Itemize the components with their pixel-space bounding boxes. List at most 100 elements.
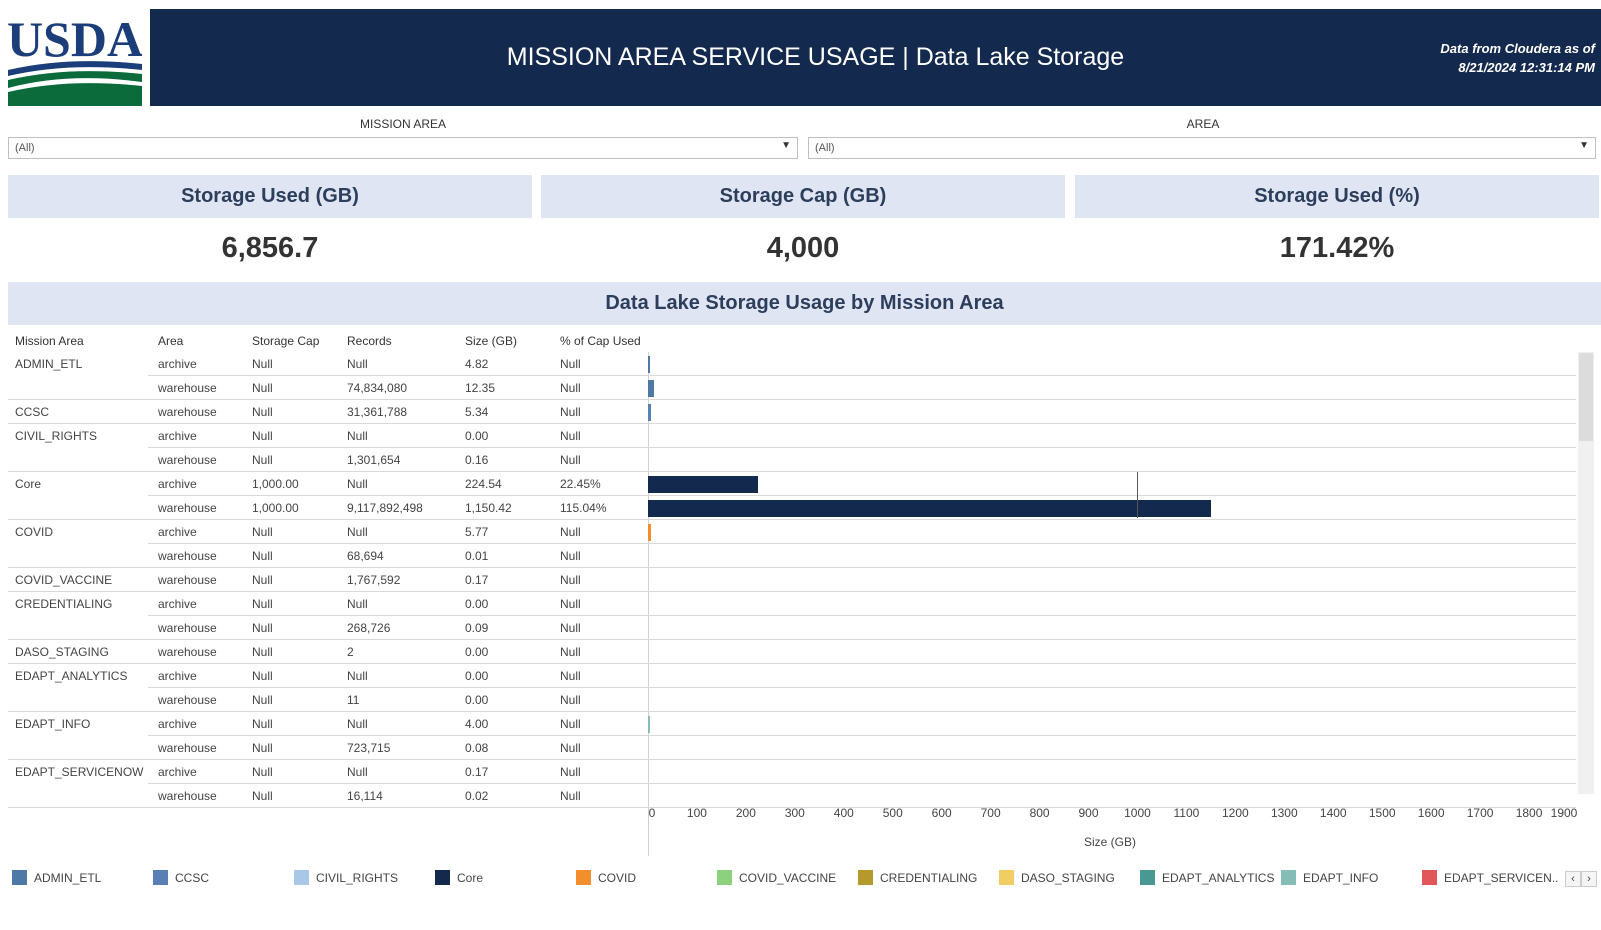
cell-area: warehouse [158, 573, 217, 587]
column-header-pct-cap-used[interactable]: % of Cap Used [560, 334, 641, 348]
chart-bar[interactable] [648, 380, 655, 397]
cell-pct-cap-used: Null [560, 357, 581, 371]
legend-item[interactable]: Core [435, 870, 483, 885]
cell-storage-cap: Null [252, 597, 273, 611]
table-row[interactable]: EDAPT_ANALYTICS archive Null Null 0.00 Null [8, 664, 1576, 688]
legend-swatch [12, 870, 27, 885]
cell-records: Null [347, 765, 368, 779]
legend-swatch [1422, 870, 1437, 885]
table-row[interactable]: COVID_VACCINE warehouse Null 1,767,592 0.17 N… [8, 568, 1576, 592]
legend-item[interactable]: DASO_STAGING [999, 870, 1115, 885]
legend-swatch [294, 870, 309, 885]
cell-size: 0.09 [465, 621, 489, 635]
table-row[interactable]: warehouse Null 16,114 0.02 Null [8, 784, 1576, 808]
chevron-left-icon[interactable]: ‹ [1565, 871, 1581, 887]
cell-pct-cap-used: Null [560, 549, 581, 563]
column-header-records[interactable]: Records [347, 334, 392, 348]
legend-swatch [858, 870, 873, 885]
mission-area-filter[interactable]: (All) ▼ [8, 137, 798, 159]
cell-size: 4.82 [465, 357, 489, 371]
table-row[interactable]: COVID archive Null Null 5.77 Null [8, 520, 1576, 544]
table-row[interactable]: CREDENTIALING archive Null Null 0.00 Null [8, 592, 1576, 616]
table-section-title: Data Lake Storage Usage by Mission Area [8, 282, 1601, 325]
legend-label: CCSC [175, 870, 210, 885]
chevron-down-icon[interactable]: ▼ [781, 140, 791, 151]
column-header-size[interactable]: Size (GB) [465, 334, 517, 348]
cell-area: warehouse [158, 693, 217, 707]
column-header-mission-area[interactable]: Mission Area [15, 334, 84, 348]
cell-records: 723,715 [347, 741, 391, 755]
chevron-right-icon[interactable]: › [1581, 871, 1597, 887]
cell-records: 11 [347, 693, 360, 707]
cell-size: 0.02 [465, 789, 489, 803]
chart-bar[interactable] [648, 476, 758, 493]
cell-storage-cap: Null [252, 789, 273, 803]
data-refresh-note-line1: Data from Cloudera as of [1440, 41, 1595, 56]
table-row[interactable]: CCSC warehouse Null 31,361,788 5.34 Null [8, 400, 1576, 424]
table-row[interactable]: CIVIL_RIGHTS archive Null Null 0.00 Null [8, 424, 1576, 448]
x-tick-label: 0 [648, 806, 656, 820]
cell-storage-cap: Null [252, 357, 273, 371]
cell-pct-cap-used: Null [560, 573, 581, 587]
cell-size: 0.00 [465, 429, 489, 443]
chart-bar[interactable] [648, 404, 651, 421]
kpi-storage-cap-value: 4,000 [766, 231, 840, 264]
legend-label: CREDENTIALING [880, 870, 978, 885]
chart-bar[interactable] [648, 524, 651, 541]
cell-pct-cap-used: 22.45% [560, 477, 601, 491]
usda-logo-text: USDA [8, 11, 142, 67]
cell-mission-area: COVID [15, 525, 54, 539]
cell-records: Null [347, 717, 368, 731]
table-row[interactable]: warehouse Null 268,726 0.09 Null [8, 616, 1576, 640]
x-tick-label: 1000 [1124, 806, 1151, 820]
legend-label: COVID [598, 870, 637, 885]
area-filter[interactable]: (All) ▼ [808, 137, 1596, 159]
cell-pct-cap-used: Null [560, 669, 581, 683]
cell-records: 16,114 [347, 789, 383, 803]
legend-item[interactable]: EDAPT_INFO [1281, 870, 1378, 885]
cell-area: warehouse [158, 549, 217, 563]
table-row[interactable]: DASO_STAGING warehouse Null 2 0.00 Null [8, 640, 1576, 664]
legend-item[interactable]: COVID [576, 870, 636, 885]
legend-item[interactable]: CCSC [153, 870, 209, 885]
table-row[interactable]: warehouse Null 723,715 0.08 Null [8, 736, 1576, 760]
legend-swatch [576, 870, 591, 885]
column-header-storage-cap[interactable]: Storage Cap [252, 334, 319, 348]
legend-item[interactable]: CREDENTIALING [858, 870, 977, 885]
x-tick-label: 600 [931, 806, 952, 820]
cell-size: 5.34 [465, 405, 489, 419]
table-row[interactable]: warehouse Null 11 0.00 Null [8, 688, 1576, 712]
legend-item[interactable]: ADMIN_ETL [12, 870, 101, 885]
table-row[interactable]: warehouse Null 1,301,654 0.16 Null [8, 448, 1576, 472]
mission-area-filter-label: MISSION AREA [359, 117, 447, 131]
legend-label: CIVIL_RIGHTS [316, 870, 399, 885]
x-tick-label: 500 [882, 806, 903, 820]
legend-pager[interactable]: ‹ › [1565, 871, 1597, 887]
table-row[interactable]: warehouse Null 74,834,080 12.35 Null [8, 376, 1576, 400]
chart-bar[interactable] [648, 356, 651, 373]
cell-mission-area: CREDENTIALING [15, 597, 113, 611]
table-row[interactable]: warehouse 1,000.00 9,117,892,498 1,150.42 11… [8, 496, 1576, 520]
table-row[interactable]: EDAPT_INFO archive Null Null 4.00 Null [8, 712, 1576, 736]
legend-item[interactable]: EDAPT_ANALYTICS [1140, 870, 1274, 885]
column-header-area[interactable]: Area [158, 334, 183, 348]
chevron-down-icon[interactable]: ▼ [1579, 140, 1589, 151]
table-row[interactable]: EDAPT_SERVICENOW archive Null Null 0.17 Null [8, 760, 1576, 784]
cell-area: warehouse [158, 741, 217, 755]
legend-item[interactable]: EDAPT_SERVICEN.. [1422, 870, 1558, 885]
legend-item[interactable]: CIVIL_RIGHTS [294, 870, 398, 885]
table-scrollbar-thumb[interactable] [1579, 353, 1593, 441]
cell-pct-cap-used: Null [560, 717, 581, 731]
cell-storage-cap: Null [252, 573, 273, 587]
table-row[interactable]: Core archive 1,000.00 Null 224.54 22.45% [8, 472, 1576, 496]
legend-item[interactable]: COVID_VACCINE [717, 870, 836, 885]
cell-pct-cap-used: Null [560, 789, 581, 803]
kpi-storage-used-value: 6,856.7 [221, 231, 319, 264]
table-row[interactable]: ADMIN_ETL archive Null Null 4.82 Null [8, 352, 1576, 376]
chart-bar[interactable] [648, 716, 650, 733]
cell-size: 5.77 [465, 525, 489, 539]
x-tick-label: 100 [686, 806, 707, 820]
chart-bar[interactable] [648, 500, 1212, 517]
kpi-storage-used-label: Storage Used (GB) [8, 175, 532, 218]
table-row[interactable]: warehouse Null 68,694 0.01 Null [8, 544, 1576, 568]
